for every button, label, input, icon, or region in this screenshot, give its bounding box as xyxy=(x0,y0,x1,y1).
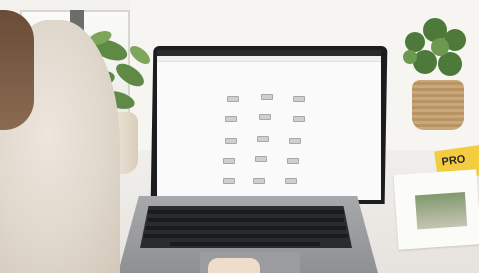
device-thumb[interactable] xyxy=(225,138,237,144)
device-thumb[interactable] xyxy=(259,114,271,120)
laptop-keyboard xyxy=(140,206,352,248)
device-thumb[interactable] xyxy=(289,138,301,144)
magazine-photo xyxy=(414,192,468,230)
device-thumb[interactable] xyxy=(253,178,265,184)
device-thumb[interactable] xyxy=(223,178,235,184)
device-thumb[interactable] xyxy=(293,116,305,122)
magazine xyxy=(393,169,479,250)
browser-tab-bar xyxy=(157,56,381,62)
person-hair xyxy=(0,10,34,130)
yellow-card-text: PRO xyxy=(440,153,467,169)
device-thumb[interactable] xyxy=(227,96,239,102)
device-thumb[interactable] xyxy=(257,136,269,142)
device-thumb[interactable] xyxy=(285,178,297,184)
device-thumb[interactable] xyxy=(223,158,235,164)
device-thumb[interactable] xyxy=(261,94,273,100)
photo-scene: PRO xyxy=(0,0,479,273)
laptop-screen xyxy=(157,50,381,200)
person-hand xyxy=(208,258,260,273)
right-plant-pot xyxy=(412,80,464,130)
device-thumb[interactable] xyxy=(255,156,267,162)
device-thumb[interactable] xyxy=(287,158,299,164)
device-thumb[interactable] xyxy=(293,96,305,102)
device-thumb[interactable] xyxy=(225,116,237,122)
